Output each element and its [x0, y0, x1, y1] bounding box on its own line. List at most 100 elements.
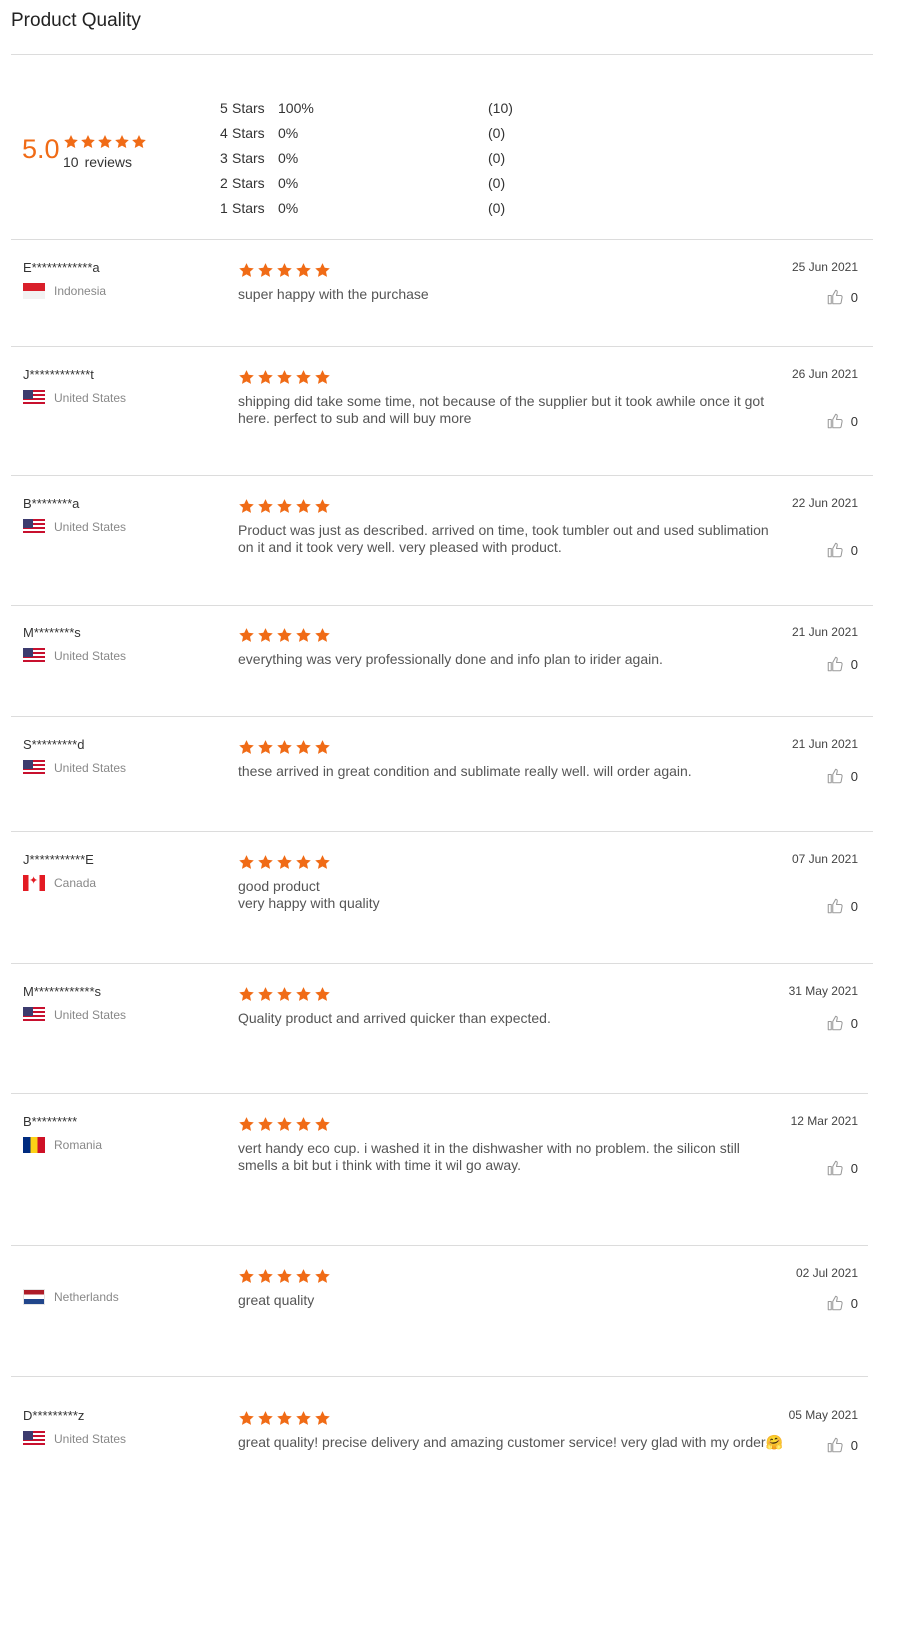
star-icon [277, 855, 292, 869]
romania-flag-icon [23, 1137, 45, 1153]
reviewer-name: J***********E [23, 852, 94, 867]
helpful-count: 0 [850, 542, 858, 558]
divider [11, 54, 873, 55]
united-states-flag-icon [23, 760, 45, 776]
average-star-rating [63, 134, 147, 150]
thumbs-up-icon[interactable] [826, 541, 844, 559]
star-icon [296, 987, 311, 1001]
review-date: 26 Jun 2021 [791, 367, 858, 381]
thumbs-up-icon[interactable] [826, 655, 844, 673]
review-date: 21 Jun 2021 [791, 625, 858, 639]
review-count: 10 reviews [63, 154, 132, 170]
star-icon [258, 987, 273, 1001]
reviewer-country: Indonesia [23, 283, 106, 299]
star-icon [296, 370, 311, 384]
review-star-rating [238, 1116, 331, 1133]
thumbs-up-icon[interactable] [826, 1159, 844, 1177]
thumbs-up-icon[interactable] [826, 288, 844, 306]
star-label: Stars [232, 99, 265, 116]
thumbs-up-icon[interactable] [826, 897, 844, 915]
rating-distribution-row: 1 Stars 0% (0) [220, 195, 538, 220]
helpful-button[interactable]: 0 [826, 1436, 858, 1454]
helpful-button[interactable]: 0 [826, 1159, 858, 1177]
helpful-button[interactable]: 0 [826, 655, 858, 673]
rating-distribution: 5 Stars 100% (10) 4 Stars 0% (0) 3 Stars 0% (0) 2 Sta… [220, 95, 538, 220]
star-icon [258, 855, 273, 869]
review-date: 12 Mar 2021 [790, 1114, 858, 1128]
country-name: United States [54, 1008, 127, 1022]
star-icon [296, 855, 311, 869]
star-icon [296, 1269, 311, 1283]
helpful-button[interactable]: 0 [826, 1294, 858, 1312]
divider [11, 605, 873, 606]
helpful-count: 0 [850, 768, 858, 784]
united-states-flag-icon [23, 1007, 45, 1023]
star-icon [258, 1269, 273, 1283]
review-star-rating [238, 627, 331, 644]
review-star-rating [238, 1410, 331, 1427]
star-level: 1 [220, 199, 228, 216]
star-count: (0) [488, 174, 506, 191]
divider [11, 1376, 868, 1377]
star-icon [296, 740, 311, 754]
star-icon [315, 1269, 330, 1283]
thumbs-up-icon[interactable] [826, 1436, 844, 1454]
helpful-button[interactable]: 0 [826, 288, 858, 306]
reviewer-country: United States [23, 760, 126, 776]
review-text: everything was very professionally done … [238, 651, 663, 667]
review-text: shipping did take some time, not because… [238, 393, 765, 426]
rating-distribution-row: 5 Stars 100% (10) [220, 95, 538, 120]
united-states-flag-icon [23, 390, 45, 406]
helpful-count: 0 [850, 898, 858, 914]
star-percent: 0% [278, 124, 299, 141]
star-icon [315, 987, 330, 1001]
country-name: Canada [54, 876, 97, 890]
thumbs-up-icon[interactable] [826, 1294, 844, 1312]
star-percent: 0% [278, 199, 299, 216]
review-star-rating [238, 262, 331, 279]
helpful-button[interactable]: 0 [826, 767, 858, 785]
reviewer-country: United States [23, 648, 126, 664]
country-name: United States [54, 649, 127, 663]
star-icon [315, 499, 330, 513]
star-icon [296, 263, 311, 277]
divider [11, 1245, 868, 1246]
star-icon [296, 628, 311, 642]
star-icon [239, 987, 254, 1001]
star-icon [296, 1411, 311, 1425]
helpful-count: 0 [850, 289, 858, 305]
star-icon [239, 263, 254, 277]
review-date: 25 Jun 2021 [791, 260, 858, 274]
star-icon [277, 263, 292, 277]
rating-distribution-row: 3 Stars 0% (0) [220, 145, 538, 170]
review-count-label: reviews [84, 154, 133, 170]
divider [11, 716, 873, 717]
review-text: these arrived in great condition and sub… [238, 763, 692, 779]
star-icon [258, 1117, 273, 1131]
reviewer-country: United States [23, 519, 126, 535]
country-name: United States [54, 761, 127, 775]
helpful-count: 0 [850, 1015, 858, 1031]
reviewer-name: B********* [23, 1114, 78, 1129]
star-icon [315, 370, 330, 384]
thumbs-up-icon[interactable] [826, 412, 844, 430]
country-name: United States [54, 1432, 127, 1446]
divider [11, 963, 873, 964]
thumbs-up-icon[interactable] [826, 1014, 844, 1032]
helpful-button[interactable]: 0 [826, 1014, 858, 1032]
helpful-count: 0 [850, 1437, 858, 1453]
divider [11, 1093, 868, 1094]
star-count: (0) [488, 149, 506, 166]
star-icon [277, 740, 292, 754]
helpful-button[interactable]: 0 [826, 897, 858, 915]
review-text: super happy with the purchase [238, 286, 429, 302]
divider [11, 475, 873, 476]
star-icon [239, 855, 254, 869]
helpful-button[interactable]: 0 [826, 412, 858, 430]
united-states-flag-icon [23, 519, 45, 535]
country-name: Indonesia [54, 284, 107, 298]
helpful-button[interactable]: 0 [826, 541, 858, 559]
thumbs-up-icon[interactable] [826, 767, 844, 785]
review-text: good product very happy with quality [238, 878, 380, 911]
star-icon [239, 1117, 254, 1131]
